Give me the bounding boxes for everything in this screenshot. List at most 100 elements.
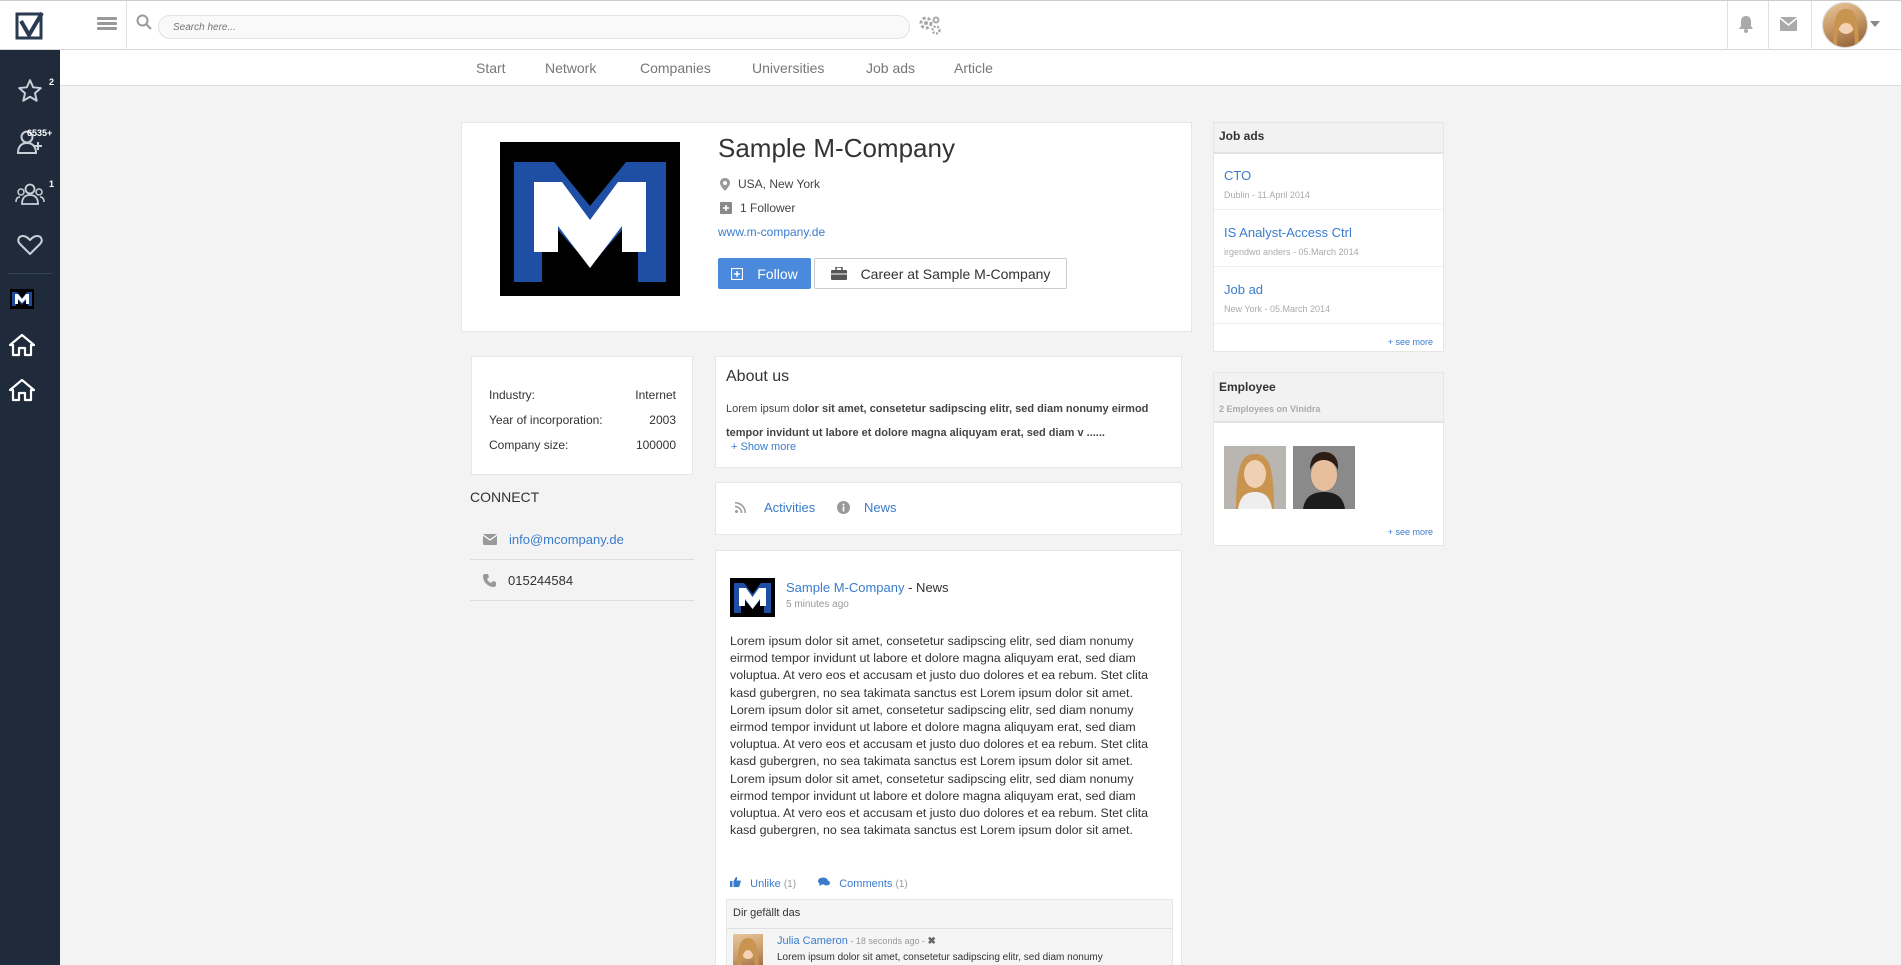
employee-header: Employee 2 Employees on Vinidra xyxy=(1214,373,1443,423)
job-item[interactable]: Job ad New York - 05.March 2014 xyxy=(1214,268,1443,324)
nav-item-network[interactable]: Network xyxy=(545,60,596,76)
news-post: Sample M-Company - News 5 minutes ago Lo… xyxy=(715,550,1182,965)
company-header-card: Sample M-Company USA, New York 1 Followe… xyxy=(461,122,1192,332)
user-avatar[interactable] xyxy=(1822,2,1868,48)
about-text-start: Lorem ipsum do xyxy=(726,403,805,415)
info-row-size: Company size: 100000 xyxy=(489,438,676,452)
sidebar-item-contacts[interactable] xyxy=(0,120,60,164)
menu-toggle-icon[interactable] xyxy=(97,15,117,35)
email-link[interactable]: info@mcompany.de xyxy=(509,532,624,547)
map-pin-icon xyxy=(720,177,730,191)
top-bar xyxy=(0,0,1901,50)
about-text: Lorem ipsum dolor sit amet, consetetur s… xyxy=(726,397,1171,445)
comments-count: (1) xyxy=(895,879,908,890)
nav-item-universities[interactable]: Universities xyxy=(752,60,824,76)
comment-avatar[interactable] xyxy=(733,934,763,965)
home-icon xyxy=(9,378,35,402)
career-button-label: Career at Sample M-Company xyxy=(860,265,1051,282)
career-button[interactable]: Career at Sample M-Company xyxy=(814,258,1067,289)
post-timestamp: 5 minutes ago xyxy=(786,599,849,610)
info-row-industry: Industry: Internet xyxy=(489,388,676,402)
mail-icon xyxy=(483,533,497,545)
feed-tabs: Activities News xyxy=(715,482,1182,535)
follow-button-label: Follow xyxy=(757,265,798,282)
sidebar-badge: 2 xyxy=(49,77,55,87)
job-ads-title: Job ads xyxy=(1219,129,1265,143)
info-value: 100000 xyxy=(635,438,676,452)
comment-meta: - 18 seconds ago - xyxy=(847,936,928,946)
employee-avatar[interactable] xyxy=(1293,446,1355,509)
company-location-row: USA, New York xyxy=(720,177,820,191)
unlike-label: Unlike xyxy=(750,878,781,890)
employee-subtitle: 2 Employees on Vinidra xyxy=(1219,404,1321,414)
connect-heading: CONNECT xyxy=(470,489,540,505)
plus-square-icon xyxy=(731,267,744,280)
tab-activities[interactable]: Activities xyxy=(735,500,815,515)
job-title-link[interactable]: IS Analyst-Access Ctrl xyxy=(1224,225,1352,240)
follow-button[interactable]: Follow xyxy=(718,258,811,289)
comments-button[interactable]: Comments (1) xyxy=(818,877,908,890)
sidebar-item-home[interactable] xyxy=(0,323,52,367)
divider xyxy=(8,273,52,274)
info-value: 2003 xyxy=(649,413,676,427)
company-logo xyxy=(500,142,680,296)
employee-avatar[interactable] xyxy=(1224,446,1286,509)
post-type: - News xyxy=(904,580,949,595)
comment-header: Julia Cameron - 18 seconds ago - ✖ xyxy=(777,935,936,947)
app-logo-icon xyxy=(15,11,44,39)
job-meta: Dublin - 11.April 2014 xyxy=(1224,190,1310,200)
nav-item-article[interactable]: Article xyxy=(954,60,993,76)
post-actions: Unlike (1) Comments (1) xyxy=(730,877,908,890)
post-body: Lorem ipsum dolor sit amet, consetetur s… xyxy=(730,634,1149,838)
job-item[interactable]: IS Analyst-Access Ctrl irgendwo anders -… xyxy=(1214,211,1443,267)
settings-gears-icon[interactable] xyxy=(918,14,942,39)
post-author-link[interactable]: Sample M-Company xyxy=(786,580,905,595)
mail-icon[interactable] xyxy=(1779,17,1798,34)
show-more-link[interactable]: + Show more xyxy=(731,441,796,453)
delete-comment-icon[interactable]: ✖ xyxy=(927,936,935,947)
location-text: USA, New York xyxy=(738,177,821,191)
briefcase-icon xyxy=(830,267,847,280)
divider xyxy=(126,1,127,50)
sidebar-item-company[interactable] xyxy=(0,277,52,321)
info-label: Year of incorporation: xyxy=(489,413,603,427)
connect-phone-row: 015244584 xyxy=(470,560,694,601)
tab-news[interactable]: News xyxy=(837,500,897,515)
thumbs-up-icon xyxy=(730,877,741,887)
sidebar-item-likes[interactable] xyxy=(0,223,60,267)
chevron-down-icon[interactable] xyxy=(1870,21,1880,27)
info-value: Internet xyxy=(635,388,676,402)
tab-activities-label: Activities xyxy=(764,500,816,515)
app-logo[interactable] xyxy=(0,1,60,50)
info-row-year: Year of incorporation: 2003 xyxy=(489,413,676,427)
about-title: About us xyxy=(726,368,790,385)
sidebar-badge: 6535+ xyxy=(27,128,53,138)
job-title-link[interactable]: Job ad xyxy=(1224,282,1263,297)
sidebar-item-favorites[interactable] xyxy=(0,69,60,113)
post-author-logo[interactable] xyxy=(730,578,775,617)
bell-icon[interactable] xyxy=(1738,15,1754,36)
sidebar-item-home[interactable] xyxy=(0,368,52,412)
search-input[interactable] xyxy=(158,15,910,39)
job-item[interactable]: CTO Dublin - 11.April 2014 xyxy=(1214,154,1443,210)
sidebar: 2 6535+ 1 xyxy=(0,50,60,965)
job-meta: New York - 05.March 2014 xyxy=(1224,304,1331,314)
job-ads-see-more-link[interactable]: + see more xyxy=(1388,337,1433,347)
employee-see-more-link[interactable]: + see more xyxy=(1388,527,1433,537)
unlike-button[interactable]: Unlike (1) xyxy=(730,877,796,890)
phone-number: 015244584 xyxy=(508,572,574,588)
nav-item-job-ads[interactable]: Job ads xyxy=(866,60,915,76)
company-logo-icon xyxy=(10,289,34,309)
comments-icon xyxy=(818,877,831,886)
rss-icon xyxy=(735,502,746,513)
nav-item-companies[interactable]: Companies xyxy=(640,60,711,76)
job-ads-header: Job ads xyxy=(1214,123,1443,154)
comment-author-link[interactable]: Julia Cameron xyxy=(777,935,848,947)
job-ads-panel: Job ads CTO Dublin - 11.April 2014 IS An… xyxy=(1213,122,1444,352)
nav-item-start[interactable]: Start xyxy=(476,60,506,76)
job-title-link[interactable]: CTO xyxy=(1224,168,1251,183)
job-meta: irgendwo anders - 05.March 2014 xyxy=(1224,247,1359,257)
star-icon xyxy=(18,79,42,102)
phone-icon xyxy=(483,573,496,587)
company-website-link[interactable]: www.m-company.de xyxy=(718,225,825,239)
